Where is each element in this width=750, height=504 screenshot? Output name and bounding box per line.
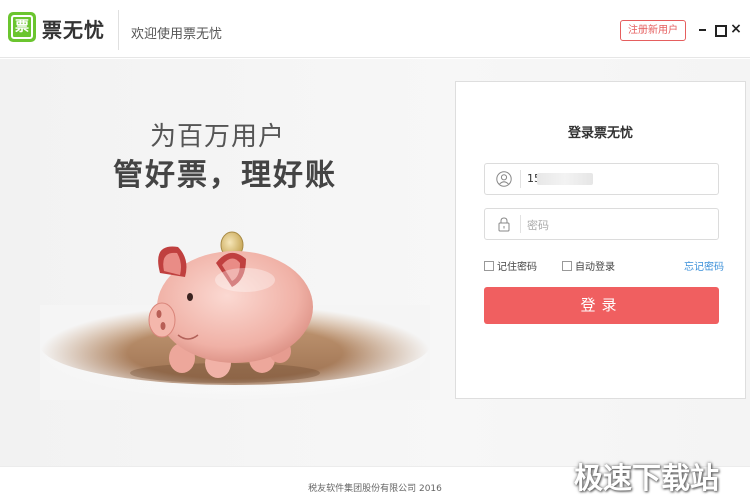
login-panel: 登录票无忧 15 密码 记住密码 自动登录 忘记密码 登录 xyxy=(455,81,746,399)
login-title: 登录票无忧 xyxy=(567,126,633,141)
remember-password-checkbox[interactable]: 记住密码 xyxy=(484,258,537,273)
lock-icon xyxy=(498,217,510,232)
close-icon[interactable]: × xyxy=(729,21,743,37)
maximize-icon[interactable] xyxy=(713,21,727,37)
piggy-bank-illustration xyxy=(40,231,430,400)
password-placeholder: 密码 xyxy=(527,219,549,232)
auto-login-checkbox[interactable]: 自动登录 xyxy=(562,258,615,273)
checkbox-box[interactable] xyxy=(484,261,494,271)
checkbox-box[interactable] xyxy=(562,261,572,271)
password-input[interactable]: 密码 xyxy=(484,208,719,240)
remember-password-label: 记住密码 xyxy=(497,262,537,273)
welcome-text: 欢迎使用票无忧 xyxy=(131,27,223,42)
register-button[interactable]: 注册新用户 xyxy=(620,20,686,41)
username-input[interactable]: 15 xyxy=(484,163,719,195)
blurred-text xyxy=(537,173,593,185)
forgot-password-link[interactable]: 忘记密码 xyxy=(684,258,724,273)
slogan-line-2: 管好票，理好账 xyxy=(113,158,337,193)
title-bar: 票 票无忧 欢迎使用票无忧 注册新用户 × xyxy=(0,0,750,58)
watermark-text: 极速下载站 xyxy=(574,461,720,495)
app-name: 票无忧 xyxy=(42,18,105,42)
auto-login-label: 自动登录 xyxy=(575,262,615,273)
field-divider xyxy=(520,170,521,188)
app-logo-icon: 票 xyxy=(8,12,36,42)
slogan-line-1: 为百万用户 xyxy=(150,122,286,152)
login-button[interactable]: 登录 xyxy=(484,287,719,324)
title-divider xyxy=(118,10,119,50)
field-divider xyxy=(520,215,521,233)
minimize-icon[interactable] xyxy=(696,21,710,37)
user-icon xyxy=(496,171,512,187)
